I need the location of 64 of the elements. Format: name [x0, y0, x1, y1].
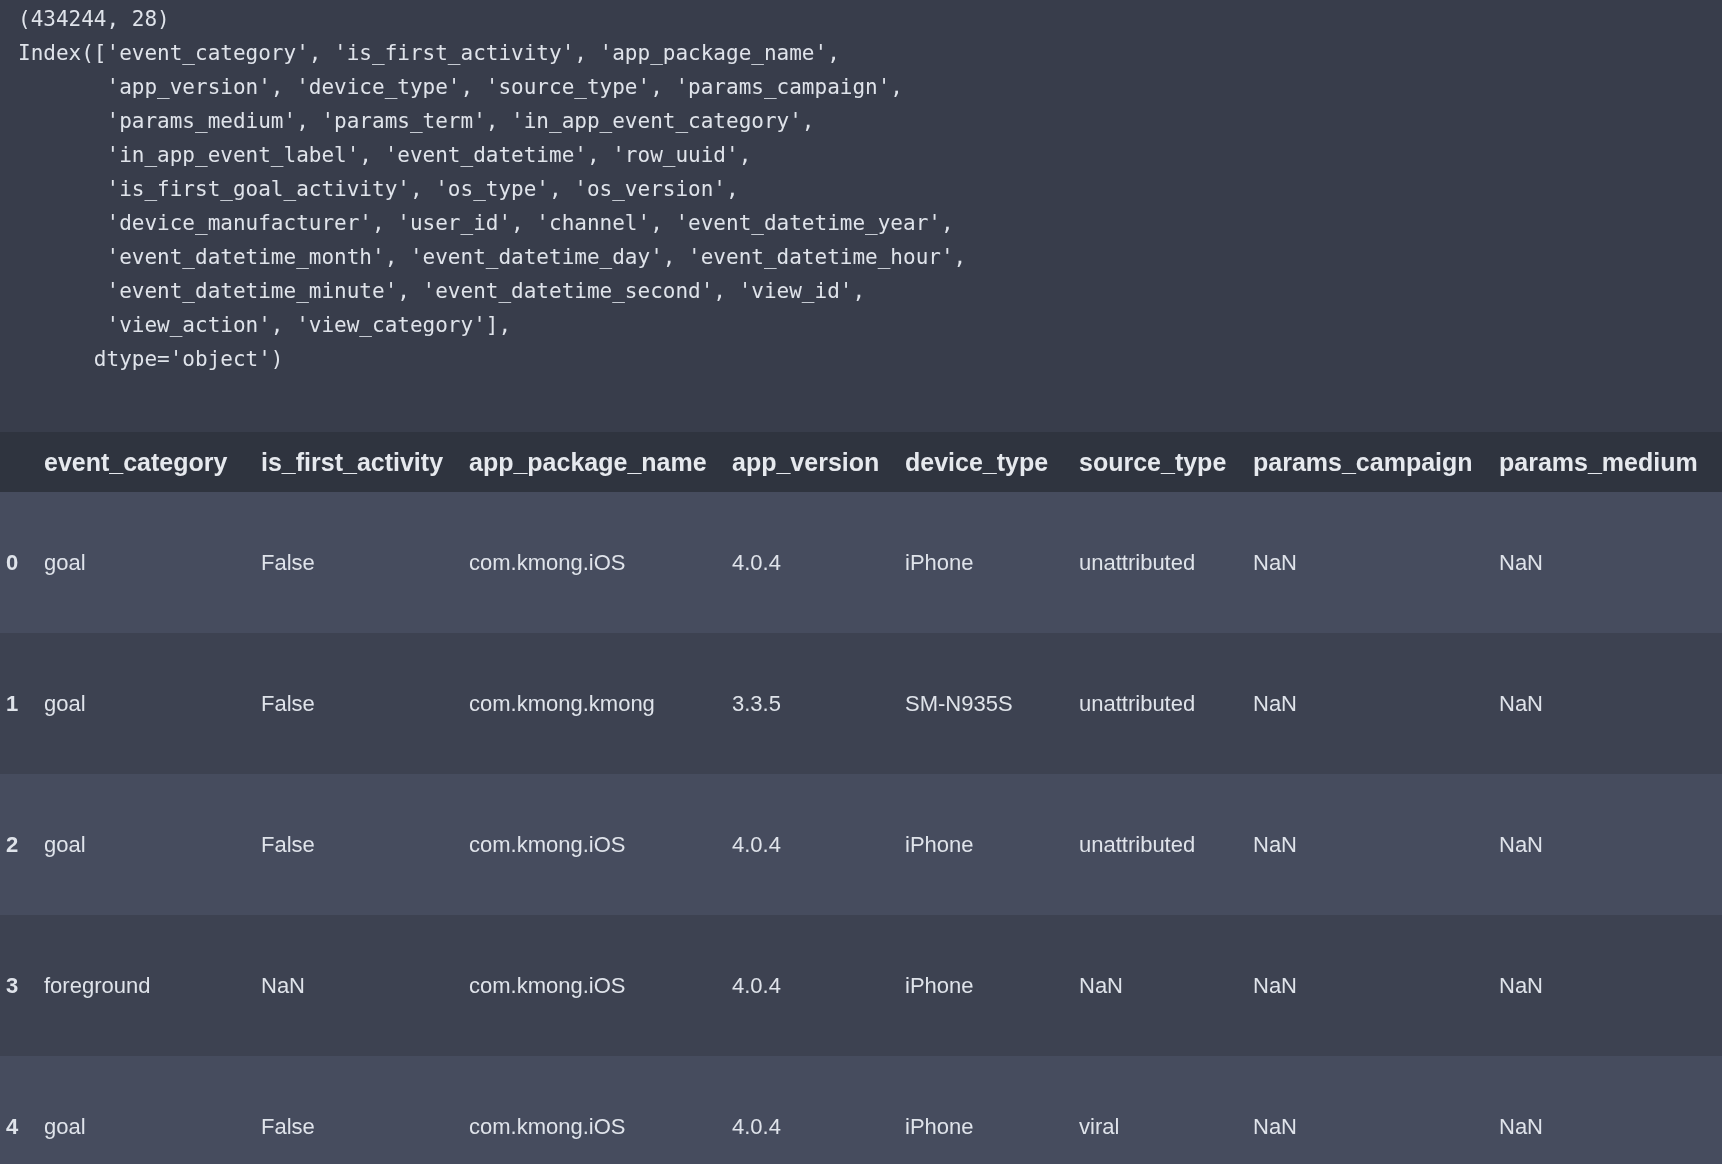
table-cell: com.kmong.iOS	[463, 915, 726, 1056]
table-cell: NaN	[1493, 1056, 1722, 1164]
column-header: is_first_activity	[255, 432, 463, 492]
table-cell: iPhone	[899, 492, 1073, 633]
table-cell: goal	[38, 492, 255, 633]
table-cell: goal	[38, 1056, 255, 1164]
table-cell: goal	[38, 774, 255, 915]
table-cell: 4.0.4	[726, 774, 899, 915]
output-line: (434244, 28)	[18, 6, 171, 33]
column-header: device_type	[899, 432, 1073, 492]
table-cell: unattributed	[1073, 492, 1247, 633]
column-header: source_type	[1073, 432, 1247, 492]
table-cell: SM-N935S	[899, 633, 1073, 774]
table-cell: iPhone	[899, 915, 1073, 1056]
table-cell: 4.0.4	[726, 915, 899, 1056]
table-cell: 4.0.4	[726, 492, 899, 633]
table-cell: unattributed	[1073, 633, 1247, 774]
row-index: 0	[0, 492, 38, 633]
row-index: 2	[0, 774, 38, 915]
table-cell: False	[255, 492, 463, 633]
output-line: 'is_first_goal_activity', 'os_type', 'os_version',	[105, 176, 740, 203]
table-cell: NaN	[1247, 633, 1493, 774]
table-cell: 3.3.5	[726, 633, 899, 774]
table-cell: com.kmong.iOS	[463, 492, 726, 633]
table-cell: 4.0.4	[726, 1056, 899, 1164]
output-line: dtype='object')	[92, 346, 285, 373]
table-cell: False	[255, 633, 463, 774]
table-cell: NaN	[1493, 915, 1722, 1056]
table-cell: False	[255, 774, 463, 915]
table-cell: goal	[38, 633, 255, 774]
output-line: 'view_action', 'view_category'],	[105, 312, 513, 339]
table-cell: NaN	[1247, 915, 1493, 1056]
output-line: 'app_version', 'device_type', 'source_type', 'params_campaign',	[105, 74, 904, 101]
table-cell: NaN	[1493, 633, 1722, 774]
row-index: 4	[0, 1056, 38, 1164]
output-line: 'in_app_event_label', 'event_datetime', 'row_uuid',	[105, 142, 753, 169]
row-index: 3	[0, 915, 38, 1056]
table-cell: unattributed	[1073, 774, 1247, 915]
output-line: Index(['event_category', 'is_first_activity', 'app_package_name',	[18, 40, 841, 67]
table-cell: False	[255, 1056, 463, 1164]
column-header: params_medium	[1493, 432, 1722, 492]
table-cell: foreground	[38, 915, 255, 1056]
table-cell: NaN	[255, 915, 463, 1056]
table-cell: NaN	[1073, 915, 1247, 1056]
table-cell: NaN	[1247, 492, 1493, 633]
table-cell: iPhone	[899, 774, 1073, 915]
table-cell: com.kmong.iOS	[463, 1056, 726, 1164]
column-header: app_version	[726, 432, 899, 492]
output-line: 'event_datetime_minute', 'event_datetime_second', 'view_id',	[105, 278, 867, 305]
table-cell: viral	[1073, 1056, 1247, 1164]
table-cell: iPhone	[899, 1056, 1073, 1164]
output-line: 'event_datetime_month', 'event_datetime_day', 'event_datetime_hour',	[105, 244, 968, 271]
table-cell: NaN	[1247, 1056, 1493, 1164]
table-cell: com.kmong.kmong	[463, 633, 726, 774]
table-cell: com.kmong.iOS	[463, 774, 726, 915]
column-header: app_package_name	[463, 432, 726, 492]
table-cell: NaN	[1493, 774, 1722, 915]
column-header: params_campaign	[1247, 432, 1493, 492]
output-line: 'device_manufacturer', 'user_id', 'channel', 'event_datetime_year',	[105, 210, 955, 237]
row-index: 1	[0, 633, 38, 774]
column-header: event_category	[38, 432, 255, 492]
output-line: 'params_medium', 'params_term', 'in_app_event_category',	[105, 108, 816, 135]
table-cell: NaN	[1247, 774, 1493, 915]
table-cell: NaN	[1493, 492, 1722, 633]
